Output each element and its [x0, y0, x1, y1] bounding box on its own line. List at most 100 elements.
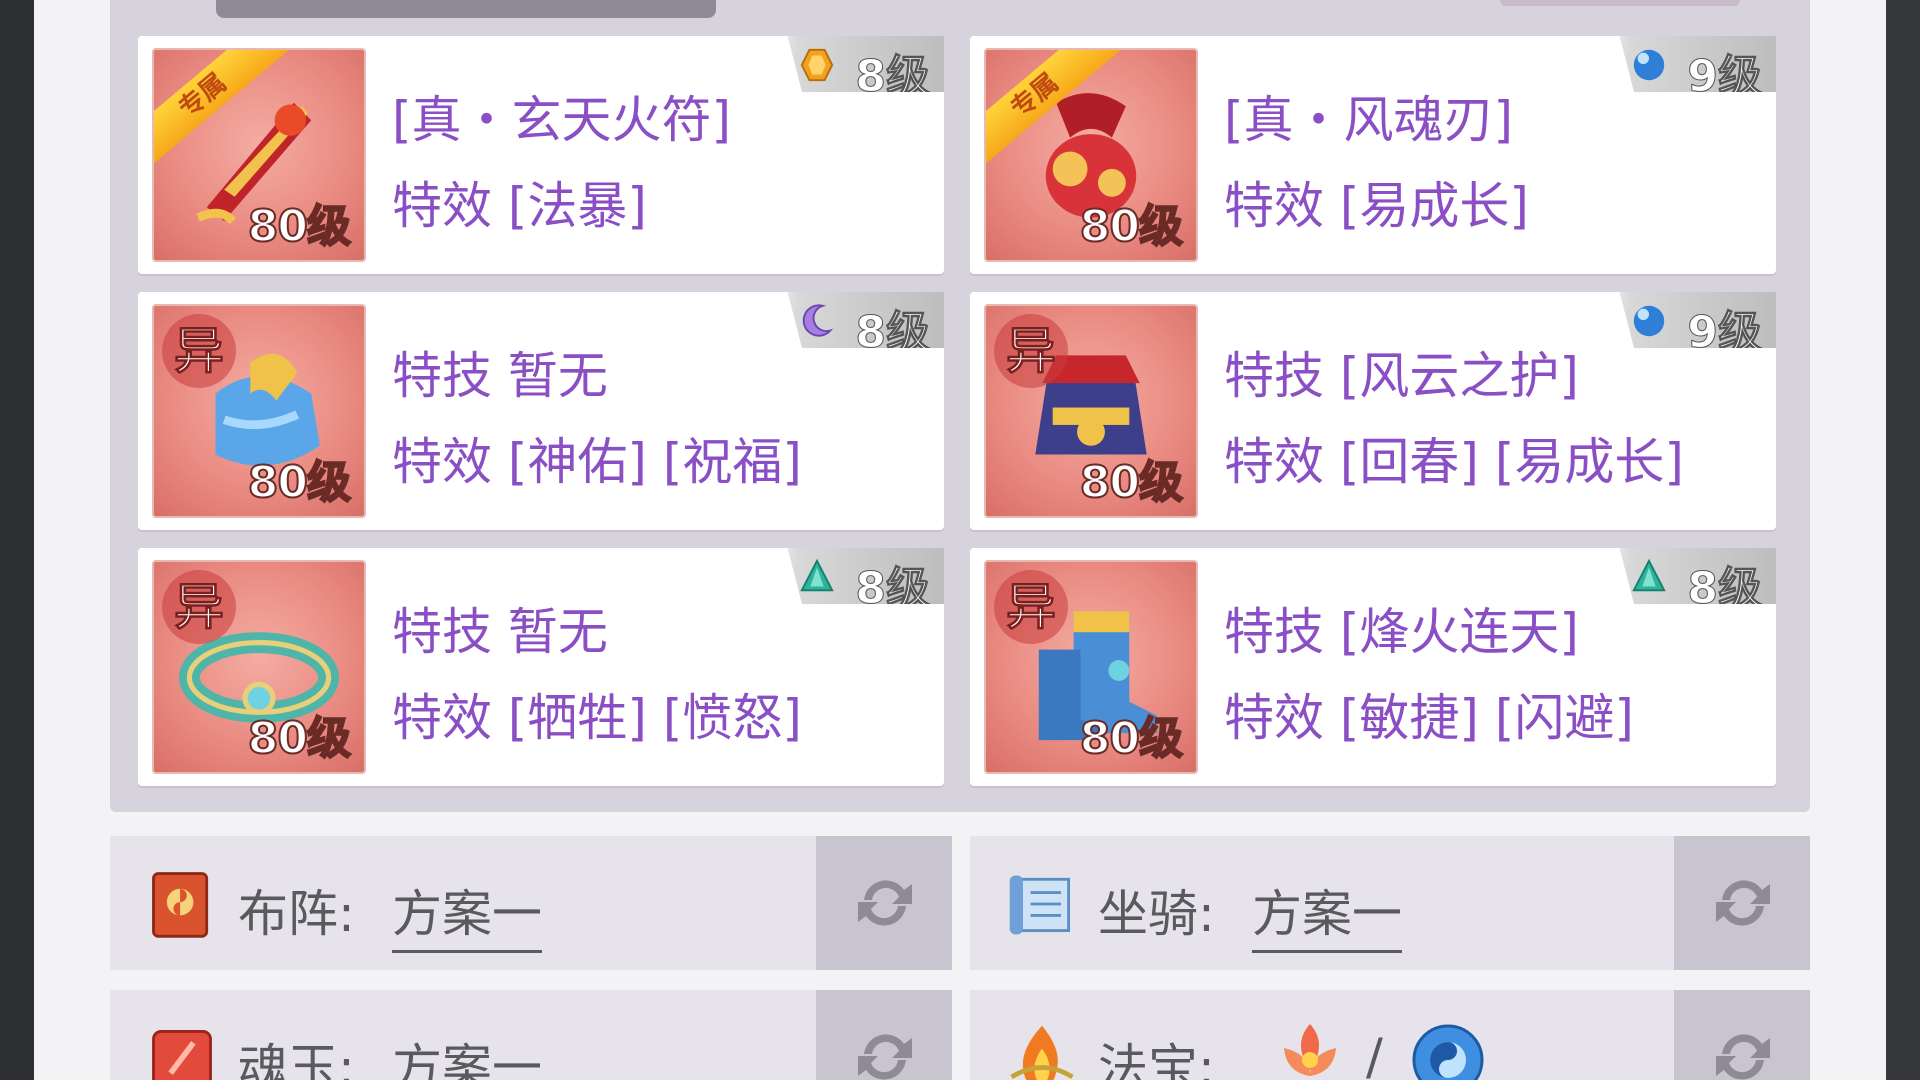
item-level: 80级	[247, 712, 352, 765]
treasure-label: 法宝:	[1098, 1039, 1215, 1080]
skill-label: 特技	[1224, 603, 1324, 661]
gem-level-tab: 9级	[1619, 292, 1776, 348]
equipment-panel: 专属 80级 [真・玄天火符] 特效 [法暴] 8级 专属 80级 [真・风魂刃…	[110, 0, 1810, 812]
item-level: 80级	[1079, 456, 1184, 509]
gem-level: 9级	[1687, 307, 1763, 358]
panel-header-tab	[216, 0, 716, 18]
equipment-card-wind-blade[interactable]: 专属 80级 [真・风魂刃] 特效 [易成长] 9级	[970, 36, 1776, 274]
teal-gem-icon	[800, 558, 834, 592]
equipment-thumbnail: 专属 80级	[984, 48, 1198, 262]
lotus-treasure-icon[interactable]	[1270, 1014, 1350, 1080]
formation-value[interactable]: 方案一	[392, 874, 542, 953]
equipment-thumbnail: 异 80级	[152, 304, 366, 518]
item-effect: 特效 [回春] [易成长]	[1224, 422, 1684, 494]
skill-value: [风云之护]	[1339, 347, 1579, 405]
amber-gem-icon	[800, 48, 834, 82]
skill-value: [烽火连天]	[1339, 603, 1579, 661]
soul-jade-icon	[152, 1029, 212, 1080]
soul-jade-label: 魂玉:	[238, 1039, 355, 1080]
item-title: [真・玄天火符]	[392, 91, 732, 149]
equipment-card-blue-robe[interactable]: 异 80级 特技 暂无 特效 [神佑] [祝福] 8级	[138, 292, 944, 530]
soul-jade-value[interactable]: 方案一	[392, 1028, 542, 1080]
gem-level-tab: 8级	[787, 36, 944, 92]
item-skill: 特技 [烽火连天]	[1224, 592, 1579, 664]
gem-level: 8级	[855, 307, 931, 358]
item-level: 80级	[247, 200, 352, 253]
effect-label: 特效	[392, 689, 492, 747]
equipment-card-gold-armor[interactable]: 异 80级 特技 [风云之护] 特效 [回春] [易成长] 9级	[970, 292, 1776, 530]
unique-badge: 异	[162, 314, 236, 388]
swap-icon	[858, 1034, 912, 1080]
effect-value: [敏捷] [闪避]	[1339, 689, 1634, 747]
item-effect: 特效 [牺牲] [愤怒]	[392, 678, 802, 750]
effect-label: 特效	[392, 177, 492, 235]
item-effect: 特效 [法暴]	[392, 166, 647, 238]
effect-value: [神佑] [祝福]	[507, 433, 802, 491]
swap-icon	[1716, 1034, 1770, 1080]
gem-level: 8级	[1687, 563, 1763, 614]
treasure-plan-row[interactable]: 法宝: /	[970, 990, 1810, 1080]
left-backdrop	[0, 0, 34, 1080]
gem-level-tab: 9级	[1619, 36, 1776, 92]
moon-gem-icon	[802, 304, 834, 337]
item-skill: 特技 暂无	[392, 336, 608, 408]
effect-value: [回春] [易成长]	[1339, 433, 1684, 491]
effect-value: [法暴]	[507, 177, 647, 235]
mount-swap-button[interactable]	[1674, 836, 1810, 970]
swap-icon	[858, 880, 912, 926]
item-skill: 特技 暂无	[392, 592, 608, 664]
skill-label: 特技	[392, 347, 492, 405]
formation-label: 布阵:	[238, 885, 355, 943]
soul-jade-swap-button[interactable]	[816, 990, 952, 1080]
gem-level: 8级	[855, 51, 931, 102]
item-level: 80级	[1079, 712, 1184, 765]
item-title: [真・风魂刃]	[1224, 91, 1514, 149]
character-equipment-window: 专属 80级 [真・玄天火符] 特效 [法暴] 8级 专属 80级 [真・风魂刃…	[34, 0, 1886, 1080]
effect-label: 特效	[392, 433, 492, 491]
yin-yang-treasure-icon[interactable]	[1406, 1014, 1490, 1080]
flame-treasure-icon	[1010, 1025, 1074, 1080]
item-effect: 特效 [易成长]	[1224, 166, 1529, 238]
item-skill: 特技 [风云之护]	[1224, 336, 1579, 408]
gem-level: 8级	[855, 563, 931, 614]
item-level: 80级	[247, 456, 352, 509]
effect-value: [易成长]	[1339, 177, 1529, 235]
teal-gem-icon	[1632, 558, 1666, 592]
soul-jade-plan-row[interactable]: 魂玉: 方案一	[110, 990, 952, 1080]
effect-label: 特效	[1224, 177, 1324, 235]
unique-badge: 异	[162, 570, 236, 644]
treasure-swap-button[interactable]	[1674, 990, 1810, 1080]
effect-label: 特效	[1224, 433, 1324, 491]
equipment-card-blue-boots[interactable]: 异 80级 特技 [烽火连天] 特效 [敏捷] [闪避] 8级	[970, 548, 1776, 786]
right-backdrop	[1888, 0, 1920, 1080]
scroll-icon	[1009, 875, 1071, 935]
skill-label: 特技	[1224, 347, 1324, 405]
treasure-separator: /	[1366, 1028, 1383, 1080]
formation-book-icon	[152, 872, 209, 938]
mount-value[interactable]: 方案一	[1252, 874, 1402, 953]
formation-plan-row[interactable]: 布阵: 方案一	[110, 836, 952, 970]
effect-value: [牺牲] [愤怒]	[507, 689, 802, 747]
blue-orb-icon	[1633, 49, 1665, 81]
skill-label: 特技	[392, 603, 492, 661]
item-effect: 特效 [敏捷] [闪避]	[1224, 678, 1634, 750]
effect-label: 特效	[1224, 689, 1324, 747]
mount-plan-row[interactable]: 坐骑: 方案一	[970, 836, 1810, 970]
item-level: 80级	[1079, 200, 1184, 253]
gem-level: 9级	[1687, 51, 1763, 102]
skill-value: 暂无	[507, 603, 608, 661]
equipment-thumbnail: 专属 80级	[152, 48, 366, 262]
gem-level-tab: 8级	[1619, 548, 1776, 604]
skill-value: 暂无	[507, 347, 608, 405]
equipment-card-jade-belt[interactable]: 异 80级 特技 暂无 特效 [牺牲] [愤怒] 8级	[138, 548, 944, 786]
equipment-card-fire-talisman[interactable]: 专属 80级 [真・玄天火符] 特效 [法暴] 8级	[138, 36, 944, 274]
equipment-thumbnail: 异 80级	[152, 560, 366, 774]
mount-label: 坐骑:	[1098, 885, 1215, 943]
gem-level-tab: 8级	[787, 548, 944, 604]
equipment-thumbnail: 异 80级	[984, 304, 1198, 518]
swap-icon	[1716, 880, 1770, 926]
formation-swap-button[interactable]	[816, 836, 952, 970]
gem-level-tab: 8级	[787, 292, 944, 348]
panel-header-accent	[1500, 0, 1740, 6]
blue-orb-icon	[1633, 305, 1665, 337]
